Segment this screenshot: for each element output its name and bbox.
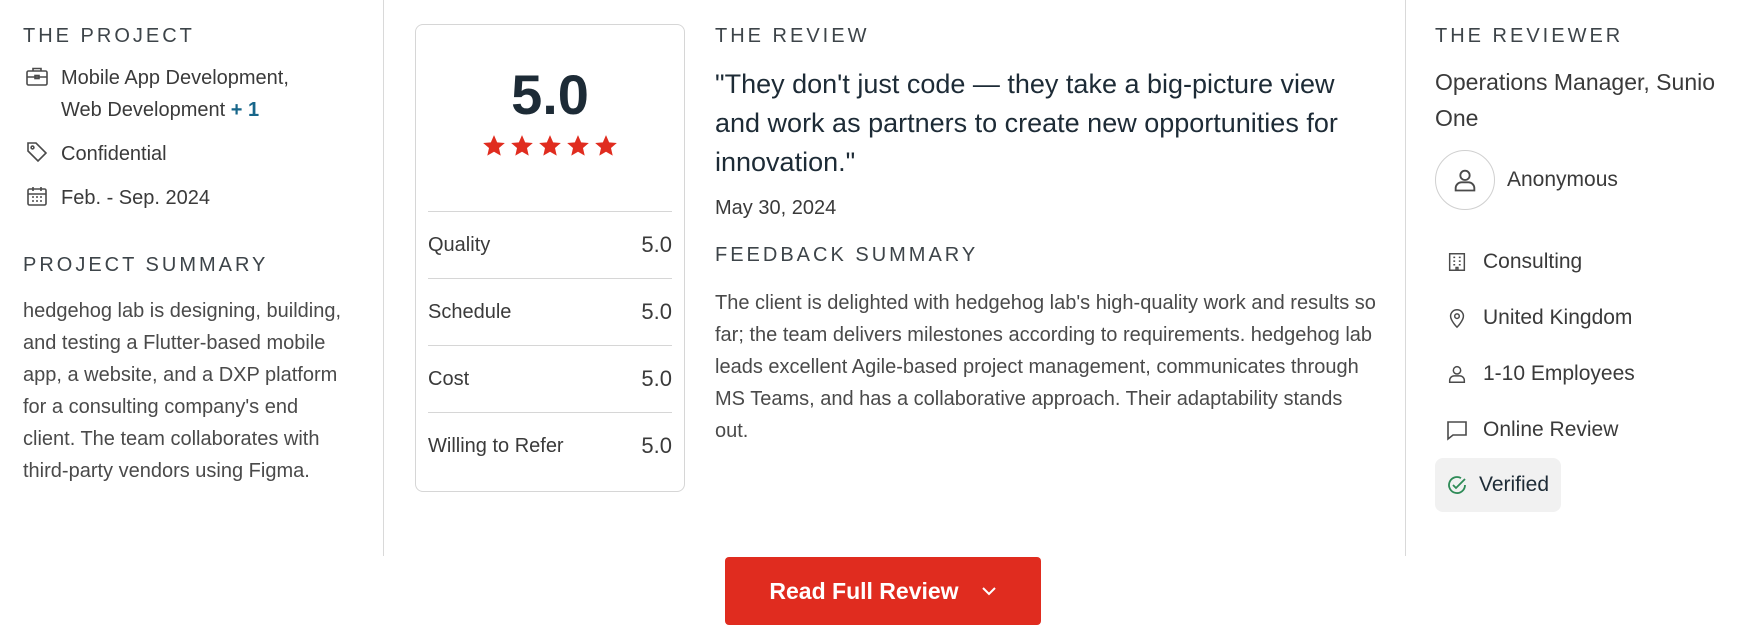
- verified-badge: Verified: [1435, 458, 1562, 512]
- rating-row: Schedule 5.0: [428, 278, 672, 345]
- rating-row: Quality 5.0: [428, 211, 672, 278]
- review-date: May 30, 2024: [715, 197, 837, 219]
- reviewer-column: THE REVIEWER Operations Manager, Sunio O…: [1435, 0, 1746, 512]
- rating-card: 5.0 Quality 5.0 Schedule 5.0 Cost 5.0 Willing …: [415, 24, 685, 492]
- reviewer-name: Anonymous: [1507, 168, 1618, 191]
- services-more-link[interactable]: + 1: [231, 99, 259, 121]
- project-column: THE PROJECT Mobile App Development, Web …: [23, 0, 353, 487]
- rating-value: 5.0: [641, 299, 672, 324]
- industry-text: Consulting: [1483, 250, 1583, 273]
- avatar: [1435, 150, 1495, 210]
- star-rating: [416, 133, 684, 165]
- star-icon: [595, 135, 617, 156]
- chevron-down-icon: [981, 586, 997, 596]
- feedback-summary-heading: FEEDBACK SUMMARY: [715, 244, 979, 266]
- budget-row: Confidential: [23, 138, 353, 170]
- location-pin-icon: [1443, 304, 1471, 332]
- company-size-text: 1-10 Employees: [1483, 362, 1635, 385]
- briefcase-icon: [23, 62, 51, 90]
- dates-text: Feb. - Sep. 2024: [61, 187, 210, 209]
- review-type-text: Online Review: [1483, 418, 1619, 441]
- building-icon: [1443, 248, 1471, 276]
- rating-row: Willing to Refer 5.0: [428, 412, 672, 479]
- rating-breakdown: Quality 5.0 Schedule 5.0 Cost 5.0 Willing to R…: [428, 211, 672, 479]
- chat-bubble-icon: [1443, 416, 1471, 444]
- star-icon: [483, 135, 505, 156]
- reviewer-heading: THE REVIEWER: [1435, 25, 1624, 47]
- project-summary-heading: PROJECT SUMMARY: [23, 254, 269, 276]
- reviewer-role: Operations Manager, Sunio One: [1435, 69, 1716, 131]
- location-text: United Kingdom: [1483, 306, 1633, 329]
- services-line1: Mobile App Development,: [61, 67, 289, 89]
- divider-right: [1405, 0, 1406, 556]
- project-heading: THE PROJECT: [23, 25, 195, 47]
- rating-label: Willing to Refer: [428, 434, 564, 457]
- review-type-row: Online Review: [1435, 402, 1746, 458]
- company-size-row: 1-10 Employees: [1435, 346, 1746, 402]
- user-icon: [1443, 360, 1471, 388]
- review-quote: "They don't just code — they take a big-…: [715, 69, 1338, 177]
- reviewer-info-list: Consulting United Kingdom 1-10 Employees: [1435, 234, 1746, 512]
- rating-label: Schedule: [428, 300, 512, 323]
- overall-rating: 5.0: [511, 63, 589, 126]
- budget-text: Confidential: [61, 143, 167, 165]
- reviewer-identity: Anonymous: [1435, 150, 1746, 210]
- calendar-icon: [23, 182, 51, 210]
- review-heading: THE REVIEW: [715, 25, 870, 47]
- price-tag-icon: [23, 138, 51, 166]
- person-icon: [1454, 169, 1476, 192]
- star-icon: [567, 135, 589, 156]
- check-circle-icon: [1443, 471, 1471, 499]
- project-summary-text: hedgehog lab is designing, building, and…: [23, 300, 342, 482]
- rating-row: Cost 5.0: [428, 345, 672, 412]
- rating-label: Quality: [428, 233, 491, 256]
- rating-value: 5.0: [641, 366, 672, 391]
- divider-left: [383, 0, 384, 556]
- star-icon: [511, 135, 533, 156]
- review-column: THE REVIEW "They don't just code — they …: [715, 0, 1380, 447]
- feedback-summary-text: The client is delighted with hedgehog la…: [715, 292, 1376, 442]
- star-icon: [539, 135, 561, 156]
- services-line2: Web Development: [61, 99, 226, 121]
- read-full-review-button[interactable]: Read Full Review: [725, 557, 1041, 625]
- rating-label: Cost: [428, 367, 470, 390]
- rating-value: 5.0: [641, 232, 672, 257]
- dates-row: Feb. - Sep. 2024: [23, 182, 353, 214]
- services-row: Mobile App Development, Web Development …: [23, 62, 353, 126]
- verified-text: Verified: [1479, 473, 1550, 496]
- industry-row: Consulting: [1435, 234, 1746, 290]
- read-full-review-label: Read Full Review: [769, 577, 959, 604]
- rating-value: 5.0: [641, 433, 672, 458]
- location-row: United Kingdom: [1435, 290, 1746, 346]
- services-text: Mobile App Development, Web Development …: [61, 62, 289, 126]
